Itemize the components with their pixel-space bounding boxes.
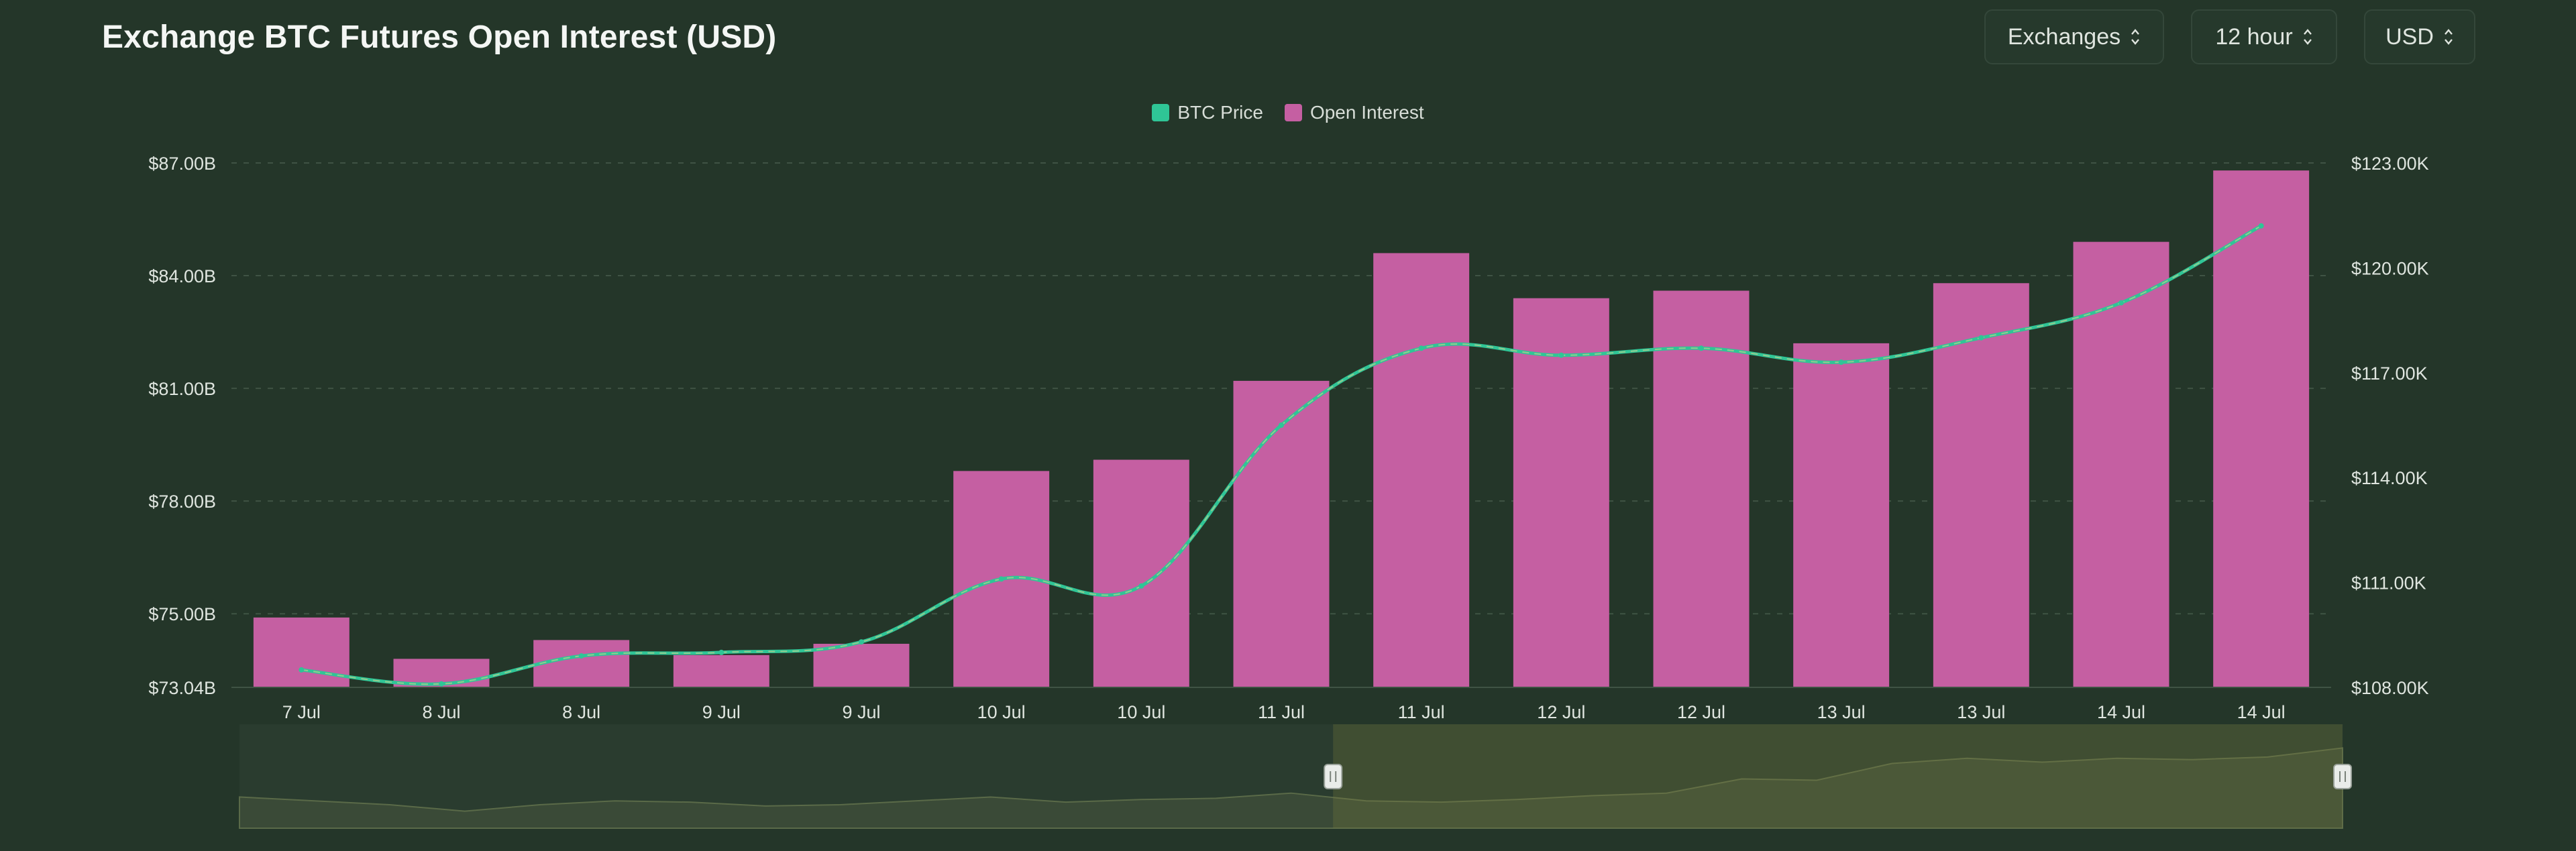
x-tick-label: 11 Jul: [1258, 702, 1305, 722]
btc-price-point: [2258, 223, 2264, 229]
btc-price-point: [1838, 359, 1844, 365]
btc-price-point: [1138, 583, 1144, 589]
btc-price-point: [299, 667, 305, 673]
x-tick-label: 10 Jul: [977, 702, 1026, 722]
navigator-handle[interactable]: [1324, 764, 1343, 789]
open-interest-bar[interactable]: [673, 655, 769, 687]
x-tick-label: 9 Jul: [702, 702, 741, 722]
y-left-tick-label: $73.04B: [148, 678, 216, 698]
y-right-tick-label: $123.00K: [2351, 154, 2429, 174]
y-right-tick-label: $117.00K: [2351, 363, 2428, 384]
open-interest-bar[interactable]: [1793, 343, 1890, 687]
open-interest-bar[interactable]: [1093, 459, 1189, 687]
btc-price-point: [2118, 300, 2124, 306]
x-tick-label: 8 Jul: [422, 702, 460, 722]
x-tick-label: 7 Jul: [282, 702, 321, 722]
btc-price-point: [1418, 345, 1424, 351]
open-interest-bar[interactable]: [533, 640, 630, 687]
y-left-tick-label: $78.00B: [148, 492, 216, 512]
btc-price-point: [1978, 335, 1984, 341]
btc-price-point: [998, 576, 1004, 582]
x-tick-label: 12 Jul: [1537, 702, 1585, 722]
y-left-tick-label: $75.00B: [148, 604, 216, 624]
y-left-tick-label: $81.00B: [148, 379, 216, 399]
btc-price-point: [439, 681, 444, 687]
x-tick-label: 13 Jul: [1957, 702, 2005, 722]
x-tick-label: 12 Jul: [1677, 702, 1725, 722]
open-interest-bar[interactable]: [813, 644, 910, 687]
btc-price-point: [1558, 352, 1564, 358]
open-interest-chart: $73.04B $75.00B $78.00B $81.00B $84.00B $87.0…: [148, 154, 2429, 829]
x-tick-label: 14 Jul: [2237, 702, 2286, 722]
btc-price-point: [1279, 422, 1284, 428]
y-left-tick-label: $87.00B: [148, 154, 216, 174]
x-tick-label: 9 Jul: [842, 702, 880, 722]
x-tick-label: 14 Jul: [2097, 702, 2145, 722]
open-interest-bar[interactable]: [253, 617, 350, 687]
open-interest-bar[interactable]: [2073, 241, 2169, 687]
navigator-handle[interactable]: [2333, 764, 2352, 789]
x-tick-label: 8 Jul: [562, 702, 600, 722]
open-interest-bar[interactable]: [1373, 253, 1470, 687]
btc-price-point: [1699, 345, 1704, 351]
y-right-tick-label: $108.00K: [2351, 678, 2429, 698]
btc-price-point: [578, 653, 584, 659]
y-right-tick-label: $114.00K: [2351, 468, 2428, 488]
y-right-tick-label: $111.00K: [2351, 573, 2426, 593]
y-right-tick-label: $120.00K: [2351, 258, 2429, 278]
x-tick-label: 11 Jul: [1398, 702, 1445, 722]
y-left-tick-label: $84.00B: [148, 266, 216, 286]
open-interest-bar[interactable]: [2213, 170, 2310, 688]
navigator-selection[interactable]: [1333, 724, 2343, 828]
x-tick-label: 10 Jul: [1117, 702, 1165, 722]
x-tick-label: 13 Jul: [1817, 702, 1866, 722]
btc-price-point: [859, 639, 864, 645]
btc-price-point: [718, 649, 724, 655]
